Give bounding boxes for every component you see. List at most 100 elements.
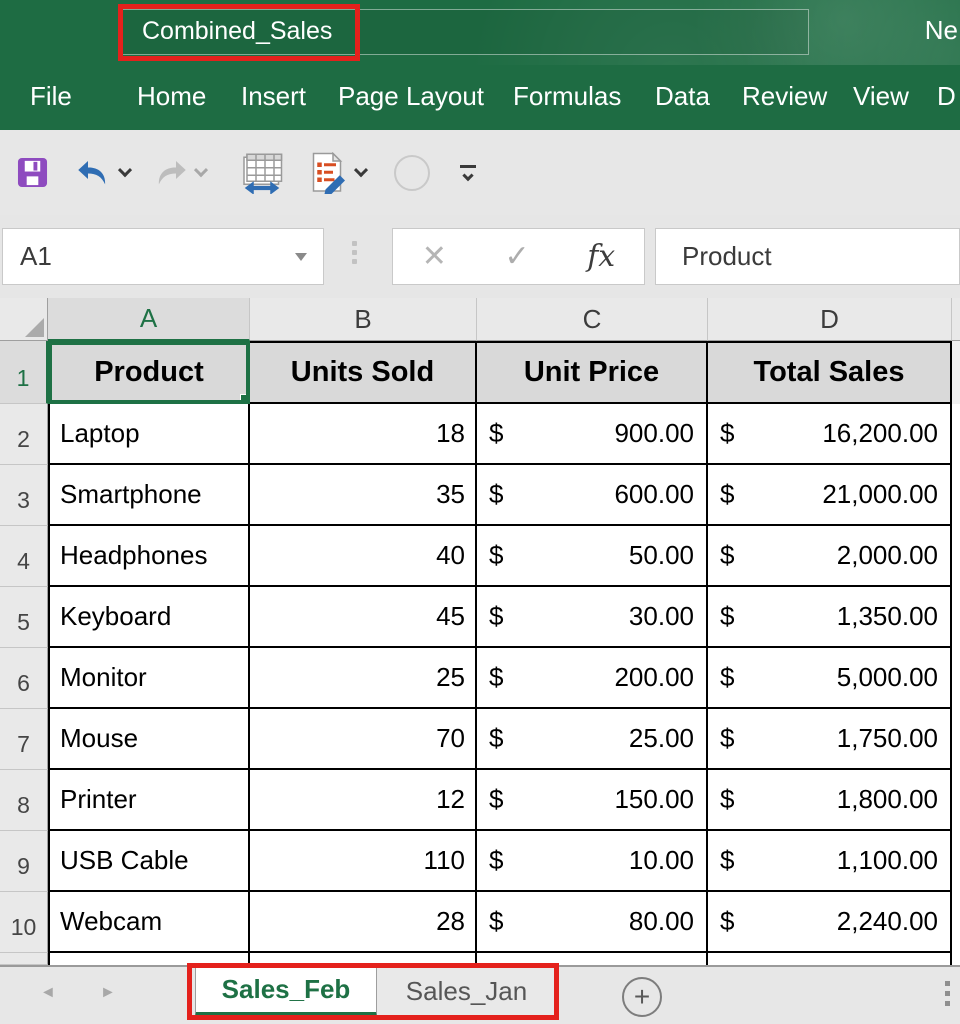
cell-partial-8[interactable] [952,770,960,831]
cell-C4[interactable]: $50.00 [477,526,708,587]
row-header-10[interactable]: 10 [0,892,48,953]
select-all-button[interactable] [0,298,48,341]
cancel-icon[interactable]: ✕ [422,239,447,274]
tab-formulas[interactable]: Formulas [513,65,621,130]
cell-C6[interactable]: $200.00 [477,648,708,709]
cell-A8[interactable]: Printer [48,770,250,831]
cell-B6[interactable]: 25 [250,648,477,709]
insert-function-icon[interactable]: fx [587,239,615,274]
cell-A4[interactable]: Headphones [48,526,250,587]
cell-D8[interactable]: $1,800.00 [708,770,952,831]
redo-dropdown-icon[interactable] [194,163,208,177]
cell-D7[interactable]: $1,750.00 [708,709,952,770]
cell-D3[interactable]: $21,000.00 [708,465,952,526]
column-header-B[interactable]: B [250,298,477,341]
cell-partial-6[interactable] [952,648,960,709]
tabbar-resize-handle[interactable] [945,981,950,1006]
cell-A9[interactable]: USB Cable [48,831,250,892]
row-header-7[interactable]: 7 [0,709,48,770]
cell-D1[interactable]: Total Sales [708,341,952,404]
cell-partial-7[interactable] [952,709,960,770]
cell-A5[interactable]: Keyboard [48,587,250,648]
formula-bar-separator[interactable] [352,241,357,264]
row-header-9[interactable]: 9 [0,831,48,892]
cell-C8[interactable]: $150.00 [477,770,708,831]
cell-B2[interactable]: 18 [250,404,477,465]
tab-data[interactable]: Data [655,65,710,130]
cell-A7[interactable]: Mouse [48,709,250,770]
cell-B4[interactable]: 40 [250,526,477,587]
cell-B8[interactable]: 12 [250,770,477,831]
edit-form-dropdown-icon[interactable] [354,163,368,177]
prev-sheet-icon[interactable]: ◄ [40,967,56,1019]
row-header-1[interactable]: 1 [0,341,48,404]
cell-B3[interactable]: 35 [250,465,477,526]
cell-partial-10[interactable] [952,892,960,953]
cell-B7[interactable]: 70 [250,709,477,770]
cell-D6[interactable]: $5,000.00 [708,648,952,709]
cell-D11-partial[interactable] [708,953,952,965]
cell-A10[interactable]: Webcam [48,892,250,953]
cell-A2[interactable]: Laptop [48,404,250,465]
cell-B9[interactable]: 110 [250,831,477,892]
column-header-A[interactable]: A [48,298,250,341]
next-sheet-icon[interactable]: ► [100,967,116,1019]
cell-C9[interactable]: $10.00 [477,831,708,892]
cell-A6[interactable]: Monitor [48,648,250,709]
tab-developer-partial[interactable]: D [937,65,956,130]
row-header-8[interactable]: 8 [0,770,48,831]
customize-toolbar-icon[interactable] [460,165,476,181]
cell-C7[interactable]: $25.00 [477,709,708,770]
cell-partial-5[interactable] [952,587,960,648]
edit-form-icon[interactable] [306,152,348,194]
column-header-C[interactable]: C [477,298,708,341]
column-header-D[interactable]: D [708,298,952,341]
save-icon[interactable] [17,157,48,188]
cell-D2[interactable]: $16,200.00 [708,404,952,465]
cell-C3[interactable]: $600.00 [477,465,708,526]
cell-C5[interactable]: $30.00 [477,587,708,648]
row-header-4[interactable]: 4 [0,526,48,587]
row-header-6[interactable]: 6 [0,648,48,709]
cell-B10[interactable]: 28 [250,892,477,953]
tab-file[interactable]: File [30,65,72,130]
cell-B5[interactable]: 45 [250,587,477,648]
name-box-dropdown-icon[interactable] [295,253,307,261]
cell-partial-9[interactable] [952,831,960,892]
cell-partial-11[interactable] [952,953,960,965]
cell-partial-2[interactable] [952,404,960,465]
cell-partial-3[interactable] [952,465,960,526]
row-header-3[interactable]: 3 [0,465,48,526]
autofit-column-table-icon[interactable] [240,152,284,194]
cell-D5[interactable]: $1,350.00 [708,587,952,648]
row-header-5[interactable]: 5 [0,587,48,648]
tab-home[interactable]: Home [137,65,206,130]
undo-dropdown-icon[interactable] [118,163,132,177]
cell-D4[interactable]: $2,000.00 [708,526,952,587]
row-header-2[interactable]: 2 [0,404,48,465]
cell-D10[interactable]: $2,240.00 [708,892,952,953]
tab-view[interactable]: View [853,65,909,130]
undo-icon[interactable] [76,158,112,188]
name-box[interactable]: A1 [2,228,324,285]
cell-C10[interactable]: $80.00 [477,892,708,953]
cell-A3[interactable]: Smartphone [48,465,250,526]
circle-shape-icon[interactable] [394,155,430,191]
cell-B1[interactable]: Units Sold [250,341,477,404]
tab-insert[interactable]: Insert [241,65,306,130]
cell-A1[interactable]: Product [48,341,250,404]
tab-page-layout[interactable]: Page Layout [338,65,484,130]
cell-D9[interactable]: $1,100.00 [708,831,952,892]
cell-C2[interactable]: $900.00 [477,404,708,465]
cell-partial-1[interactable] [952,341,960,404]
cell-C1[interactable]: Unit Price [477,341,708,404]
column-header-partial[interactable] [952,298,960,341]
currency-symbol: $ [720,540,734,571]
tab-review[interactable]: Review [742,65,827,130]
cell-partial-4[interactable] [952,526,960,587]
row-header-11-partial[interactable] [0,953,48,965]
formula-input[interactable]: Product [655,228,960,285]
new-sheet-button[interactable]: + [622,977,662,1017]
enter-icon[interactable]: ✓ [504,239,529,274]
redo-icon[interactable] [152,158,188,188]
